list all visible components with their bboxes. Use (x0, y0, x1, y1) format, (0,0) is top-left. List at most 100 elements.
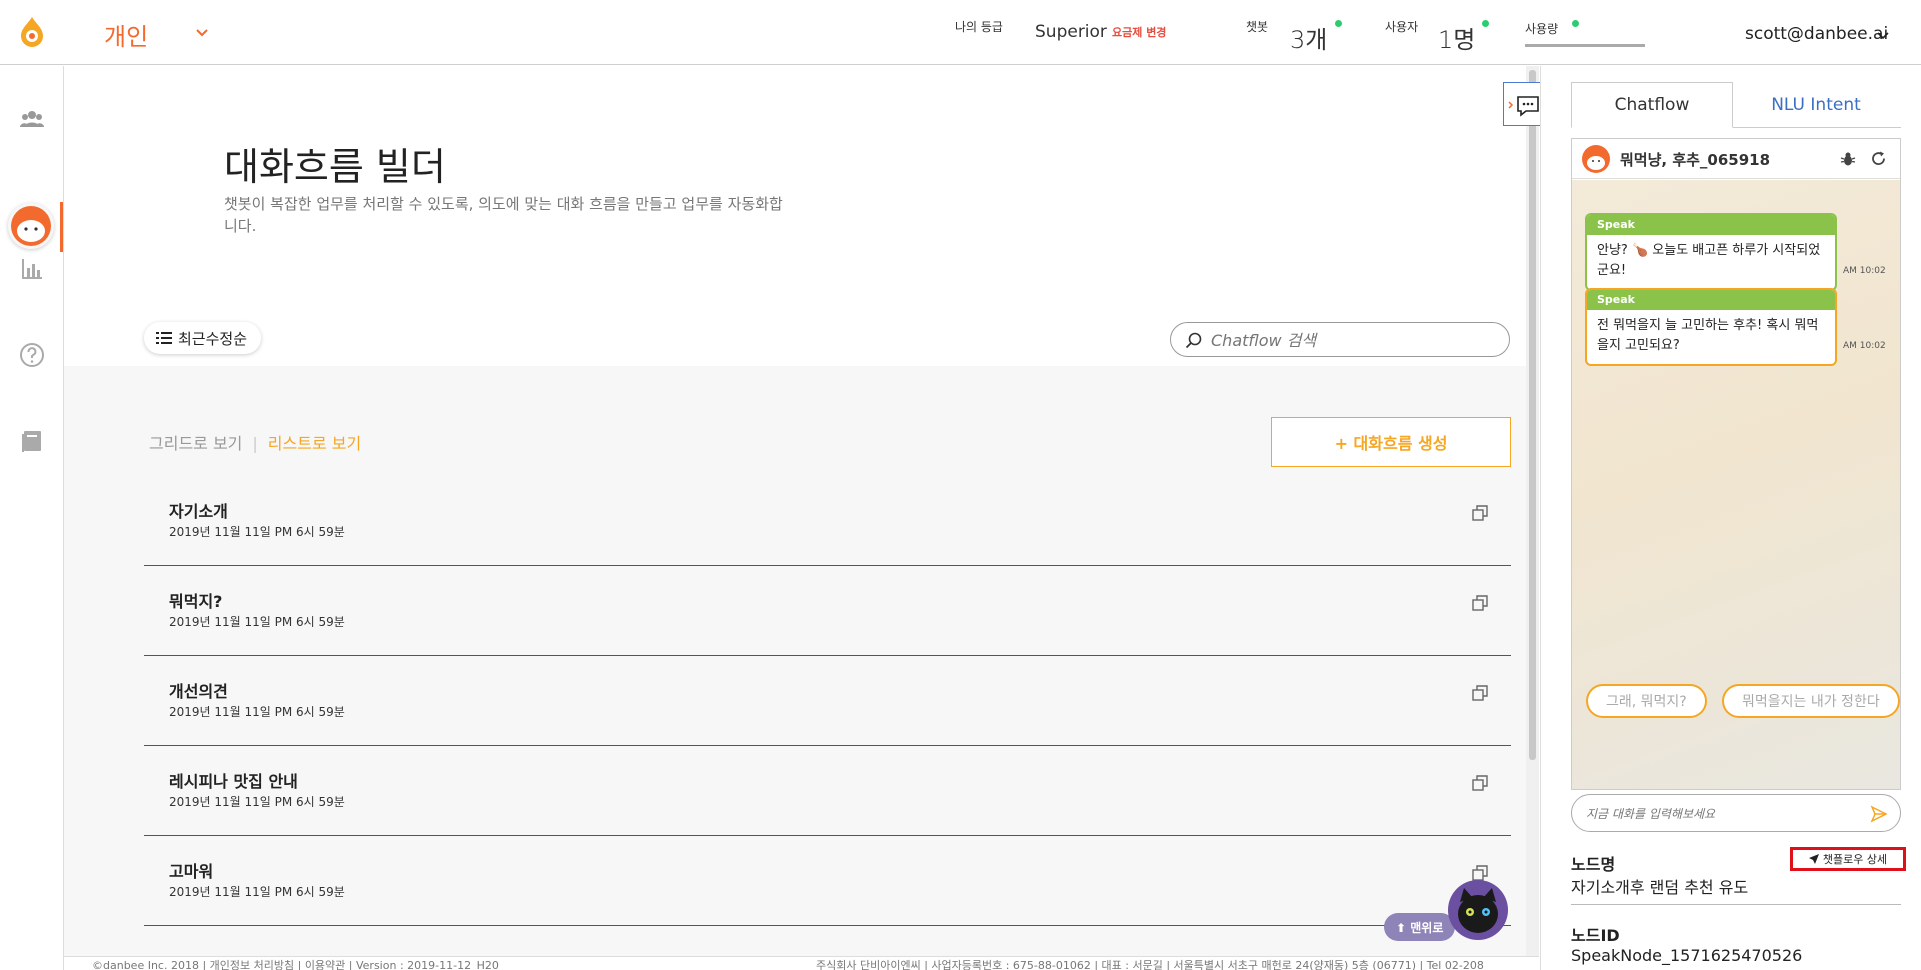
copy-icon[interactable] (1471, 504, 1489, 522)
detail-label: 챗플로우 상세 (1822, 853, 1888, 866)
flow-name[interactable]: 레시피나 맛집 안내 (169, 768, 298, 792)
chat-window: 뭐먹냥, 후추_065918 Speak 안냥? 🍗 오늘도 배고픈 하루가 시… (1571, 138, 1901, 790)
chat-test-panel: Chatflow NLU Intent 뭐먹냥, 후추_065918 Speak… (1540, 66, 1921, 970)
list-item[interactable]: 레시피나 맛집 안내 2019년 11월 11일 PM 6시 59분 (144, 746, 1511, 836)
chart-icon[interactable] (19, 256, 45, 282)
copy-icon[interactable] (1471, 774, 1489, 792)
left-sidebar (0, 66, 64, 970)
chat-message-bubble: Speak 안냥? 🍗 오늘도 배고픈 하루가 시작되었군요! (1585, 213, 1837, 291)
bot-name: 뭐먹냥, 후추_065918 (1620, 151, 1771, 169)
node-name-label: 노드명 (1571, 855, 1616, 874)
flow-date: 2019년 11월 11일 PM 6시 59분 (169, 885, 345, 899)
copy-icon[interactable] (1471, 594, 1489, 612)
list-item[interactable]: 자기소개 2019년 11월 11일 PM 6시 59분 (144, 476, 1511, 566)
top-header: 개인 나의 등급 Superior 요금제 변경 챗봇 3개 사용자 1명 사용… (0, 0, 1921, 65)
grid-view-link[interactable]: 그리드로 보기 (149, 434, 242, 453)
flow-name[interactable]: 자기소개 (169, 498, 228, 522)
user-status-dot (1482, 20, 1489, 27)
flow-date: 2019년 11월 11일 PM 6시 59분 (169, 615, 345, 629)
main-content: 대화흐름 빌더 챗봇이 복잡한 업무를 처리할 수 있도록, 의도에 맞는 대화… (64, 66, 1539, 956)
message-type-label: Speak (1587, 215, 1835, 235)
chatbot-avatar[interactable] (8, 203, 54, 249)
usage-status-dot (1572, 20, 1579, 27)
page-title: 대화흐름 빌더 (224, 145, 446, 189)
footer: ©danbee Inc. 2018 | 개인정보 처리방침 | 이용약관 | V… (64, 956, 1539, 970)
refresh-icon[interactable] (1870, 150, 1887, 167)
cat-avatar-icon (1587, 156, 1605, 170)
view-toggle: 그리드로 보기 | 리스트로 보기 (149, 430, 361, 454)
copy-icon[interactable] (1471, 684, 1489, 702)
view-separator: | (252, 434, 258, 453)
chat-input-box[interactable] (1571, 794, 1901, 832)
chatbot-status-dot (1335, 20, 1342, 27)
message-type-label: Speak (1587, 290, 1835, 310)
search-icon (1185, 332, 1202, 349)
list-icon (156, 332, 172, 344)
tab-nlu-intent[interactable]: NLU Intent (1735, 82, 1897, 128)
grade-label: 나의 등급 (955, 20, 1003, 34)
sidebar-active-indicator (60, 202, 63, 252)
danbee-logo-icon[interactable] (18, 16, 46, 48)
scrollbar-thumb[interactable] (1529, 70, 1536, 760)
footer-company-info: 주식회사 단비아이엔씨 | 사업자등록번호 : 675-88-01062 | 대… (816, 959, 1484, 970)
list-item[interactable]: 개선의견 2019년 11월 11일 PM 6시 59분 (144, 656, 1511, 746)
tab-chatflow[interactable]: Chatflow (1571, 82, 1733, 128)
grade-value: Superior (1035, 22, 1107, 42)
flow-name[interactable]: 뭐먹지? (169, 588, 222, 612)
back-to-top-button[interactable]: ⬆ 맨위로 (1384, 913, 1456, 941)
chevron-down-icon[interactable] (194, 24, 210, 40)
message-timestamp: AM 10:02 (1843, 266, 1886, 276)
list-item[interactable]: 고마워 2019년 11월 11일 PM 6시 59분 (144, 836, 1511, 926)
chatflow-list: 자기소개 2019년 11월 11일 PM 6시 59분 뭐먹지? 2019년 … (144, 476, 1511, 926)
workspace-selector[interactable]: 개인 (104, 17, 148, 52)
panel-tabs: Chatflow NLU Intent (1571, 82, 1901, 128)
page-description: 챗봇이 복잡한 업무를 처리할 수 있도록, 의도에 맞는 대화 흐름을 만들고… (224, 195, 783, 235)
help-icon[interactable] (19, 342, 45, 368)
node-id-value: SpeakNode_1571625470526 (1571, 946, 1803, 965)
chatbot-launcher[interactable] (1448, 880, 1508, 940)
chat-messages: Speak 안냥? 🍗 오늘도 배고픈 하루가 시작되었군요! AM 10:02… (1572, 180, 1900, 789)
send-icon[interactable] (1870, 805, 1888, 823)
user-account-menu[interactable]: scott@danbee.ai (1745, 24, 1888, 44)
create-chatflow-button[interactable]: + 대화흐름 생성 (1271, 417, 1511, 467)
user-count-value: 1명 (1438, 26, 1476, 54)
message-text: 전 뭐먹을지 늘 고민하는 후추! 혹시 뭐먹을지 고민되요? (1597, 318, 1819, 353)
node-id-label: 노드ID (1571, 926, 1620, 945)
search-input[interactable] (1211, 329, 1491, 351)
chat-panel-toggle[interactable] (1503, 82, 1545, 126)
change-plan-link[interactable]: 요금제 변경 (1112, 24, 1166, 40)
app-root: 개인 나의 등급 Superior 요금제 변경 챗봇 3개 사용자 1명 사용… (0, 0, 1921, 970)
chevron-down-icon[interactable] (1876, 28, 1890, 42)
quick-reply-button[interactable]: 그래, 뭐먹지? (1586, 684, 1707, 718)
main-scrollbar[interactable] (1526, 66, 1539, 956)
chatbot-count-label: 챗봇 (1246, 20, 1269, 34)
chat-header: 뭐먹냥, 후추_065918 (1572, 139, 1900, 179)
divider (1571, 904, 1901, 905)
chatbot-count-value: 3개 (1290, 26, 1328, 54)
user-count-label: 사용자 (1385, 20, 1419, 34)
flow-name[interactable]: 고마워 (169, 858, 213, 882)
bug-icon[interactable] (1840, 151, 1856, 167)
flow-name[interactable]: 개선의견 (169, 678, 228, 702)
navigate-arrow-icon (1808, 854, 1819, 864)
flow-date: 2019년 11월 11일 PM 6시 59분 (169, 525, 345, 539)
message-text: 안냥? 🍗 오늘도 배고픈 하루가 시작되었군요! (1597, 243, 1821, 278)
users-icon[interactable] (19, 106, 45, 132)
sort-button[interactable]: 최근수정순 (144, 322, 262, 354)
book-icon[interactable] (19, 428, 45, 454)
chatflow-detail-button[interactable]: 챗플로우 상세 (1790, 847, 1906, 871)
black-cat-icon (1458, 888, 1498, 933)
usage-bar (1525, 44, 1645, 47)
quick-reply-button[interactable]: 뭐먹을지는 내가 정한다 (1722, 684, 1900, 718)
chatflow-search[interactable] (1170, 322, 1510, 357)
list-item[interactable]: 뭐먹지? 2019년 11월 11일 PM 6시 59분 (144, 566, 1511, 656)
footer-left-text: ©danbee Inc. 2018 | 개인정보 처리방침 | 이용약관 | V… (92, 959, 499, 970)
node-name-value: 자기소개후 랜덤 추천 유도 (1571, 878, 1749, 897)
chat-input[interactable] (1586, 804, 1856, 824)
usage-label: 사용량 (1525, 22, 1559, 36)
flow-date: 2019년 11월 11일 PM 6시 59분 (169, 795, 345, 809)
message-timestamp: AM 10:02 (1843, 341, 1886, 351)
bot-avatar (1582, 145, 1610, 173)
sort-label: 최근수정순 (178, 329, 248, 348)
list-view-link[interactable]: 리스트로 보기 (268, 434, 361, 453)
